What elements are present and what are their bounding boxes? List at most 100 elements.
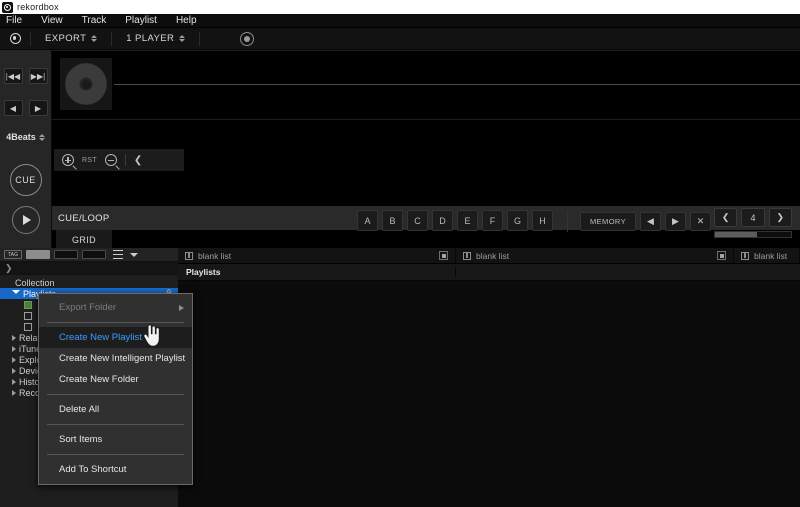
column-header-playlists[interactable]: Playlists (178, 267, 456, 277)
search-back-button[interactable]: ◀ (3, 100, 23, 116)
panel-square-icon[interactable] (439, 251, 448, 260)
up-down-arrows-icon (91, 35, 98, 42)
column-header-row: Playlists (178, 264, 800, 281)
list-tab-icon (741, 251, 749, 260)
hot-cue-buttons: A B C D E F G H (357, 210, 553, 231)
record-circle-icon[interactable] (240, 31, 255, 46)
list-tabs: blank list blank list blank list (178, 248, 800, 264)
transport-rack: |◀◀ ▶▶| ◀ ▶ 4Beats CUE (0, 50, 52, 262)
divider (47, 454, 184, 455)
magnifier-minus-icon[interactable] (104, 154, 117, 166)
beat-jump-controls: ❮ 4 ❯ (714, 208, 792, 238)
beat-jump-row: ❮ 4 ❯ (714, 208, 792, 227)
beat-jump-slider[interactable] (714, 231, 792, 238)
context-menu-item-export-folder[interactable]: Export Folder (39, 297, 192, 318)
search-buttons: ◀ ▶ (3, 100, 48, 116)
prev-track-button[interactable]: |◀◀ (3, 68, 23, 84)
hot-cue-d[interactable]: D (432, 210, 453, 231)
sidebar-item-label: Collection (15, 277, 55, 288)
tag-button[interactable]: TAG (4, 250, 22, 259)
menu-help[interactable]: Help (176, 15, 197, 26)
export-mode-selector[interactable]: EXPORT (31, 33, 111, 44)
magnifier-plus-icon[interactable] (62, 154, 74, 166)
triangle-right-icon[interactable] (12, 389, 16, 396)
triangle-right-icon[interactable] (12, 356, 16, 363)
play-triangle-icon (22, 215, 31, 225)
tab-label: blank list (754, 250, 788, 261)
hot-cue-g[interactable]: G (507, 210, 528, 231)
deck-area: RST ❮ CUE/LOOP GRID A B C D E F G H MEMO… (52, 50, 800, 262)
context-menu-item-create-new-playlist[interactable]: Create New Playlist (39, 327, 192, 348)
triangle-right-icon[interactable] (12, 345, 16, 352)
divider (52, 50, 800, 51)
view-pill-dark-2-icon[interactable] (82, 250, 106, 259)
rekordbox-circle-icon[interactable] (0, 33, 30, 44)
cue-loop-title: CUE/LOOP (58, 212, 110, 224)
context-menu-item-label: Add To Shortcut (59, 464, 127, 475)
beat-jump-prev-button[interactable]: ❮ (714, 208, 738, 227)
beat-jump-next-button[interactable]: ❯ (768, 208, 792, 227)
jog-wheel[interactable] (60, 58, 112, 110)
list-tab-icon (185, 251, 193, 260)
view-pill-icon[interactable] (26, 250, 50, 259)
memory-next-button[interactable]: ▶ (665, 211, 687, 231)
next-track-button[interactable]: ▶▶| (28, 68, 48, 84)
triangle-right-icon[interactable] (12, 334, 16, 341)
search-forward-button[interactable]: ▶ (28, 100, 48, 116)
panel-square-icon[interactable] (717, 251, 726, 260)
memory-prev-button[interactable]: ◀ (640, 211, 662, 231)
up-down-arrows-icon (38, 133, 45, 141)
hot-cue-f[interactable]: F (482, 210, 503, 231)
waveform-baseline (114, 84, 800, 85)
hot-cue-b[interactable]: B (382, 210, 403, 231)
view-pill-dark-icon[interactable] (54, 250, 78, 259)
hot-cue-c[interactable]: C (407, 210, 428, 231)
playlist-list-body[interactable] (178, 281, 800, 507)
player-count-selector[interactable]: 1 PLAYER (112, 33, 199, 44)
divider (52, 119, 800, 120)
play-button[interactable] (11, 206, 40, 234)
player-count-label: 1 PLAYER (126, 33, 175, 44)
chevron-left-icon[interactable]: ❮ (134, 155, 142, 166)
memory-delete-button[interactable]: ✕ (690, 211, 712, 231)
memory-button[interactable]: MEMORY (580, 211, 637, 231)
menu-playlist[interactable]: Playlist (125, 15, 157, 26)
context-menu-item-create-new-intelligent-playlist[interactable]: Create New Intelligent Playlist (39, 348, 192, 369)
playlist-pane: blank list blank list blank list Playlis… (178, 248, 800, 507)
context-menu-item-label: Create New Intelligent Playlist (59, 353, 186, 364)
player-section: |◀◀ ▶▶| ◀ ▶ 4Beats CUE RST ❮ CUE/LOOP GR… (0, 50, 800, 262)
context-menu-item-delete-all[interactable]: Delete All (39, 399, 192, 420)
context-menu-item-create-new-folder[interactable]: Create New Folder (39, 369, 192, 390)
cue-button[interactable]: CUE (9, 164, 42, 196)
divider (199, 31, 201, 46)
context-menu-item-add-to-shortcut[interactable]: Add To Shortcut (39, 459, 192, 480)
beat-jump-value[interactable]: 4 (741, 208, 765, 227)
chevron-down-icon[interactable] (130, 252, 138, 257)
sidebar-item-collection[interactable]: Collection (0, 277, 178, 288)
grid-tab[interactable]: GRID (56, 230, 112, 250)
triangle-right-icon[interactable] (12, 378, 16, 385)
menu-view[interactable]: View (41, 15, 63, 26)
waveform-reset-label[interactable]: RST (82, 157, 97, 164)
context-menu-item-label: Export Folder (59, 302, 117, 313)
context-menu-item-label: Delete All (59, 404, 100, 415)
beat-length-selector[interactable]: 4Beats (6, 132, 45, 142)
rekordbox-logo-icon (2, 1, 13, 13)
tab-blank-list-2[interactable]: blank list (456, 248, 734, 263)
hot-cue-h[interactable]: H (532, 210, 553, 231)
hot-cue-a[interactable]: A (357, 210, 378, 231)
context-menu-item-label: Create New Folder (59, 374, 139, 385)
context-menu-item-sort-items[interactable]: Sort Items (39, 429, 192, 450)
list-lines-icon[interactable] (113, 250, 123, 259)
menu-file[interactable]: File (6, 15, 22, 26)
sidebar-search-row[interactable]: ❯ (0, 262, 178, 275)
tab-blank-list-3[interactable]: blank list (734, 248, 800, 263)
hot-cue-e[interactable]: E (457, 210, 478, 231)
triangle-down-icon[interactable] (12, 290, 20, 297)
menu-track[interactable]: Track (82, 15, 107, 26)
context-menu: Export Folder Create New Playlist Create… (38, 293, 193, 485)
triangle-right-icon[interactable] (12, 367, 16, 374)
tab-label: blank list (198, 250, 232, 261)
divider (47, 394, 184, 395)
tab-blank-list-1[interactable]: blank list (178, 248, 456, 263)
